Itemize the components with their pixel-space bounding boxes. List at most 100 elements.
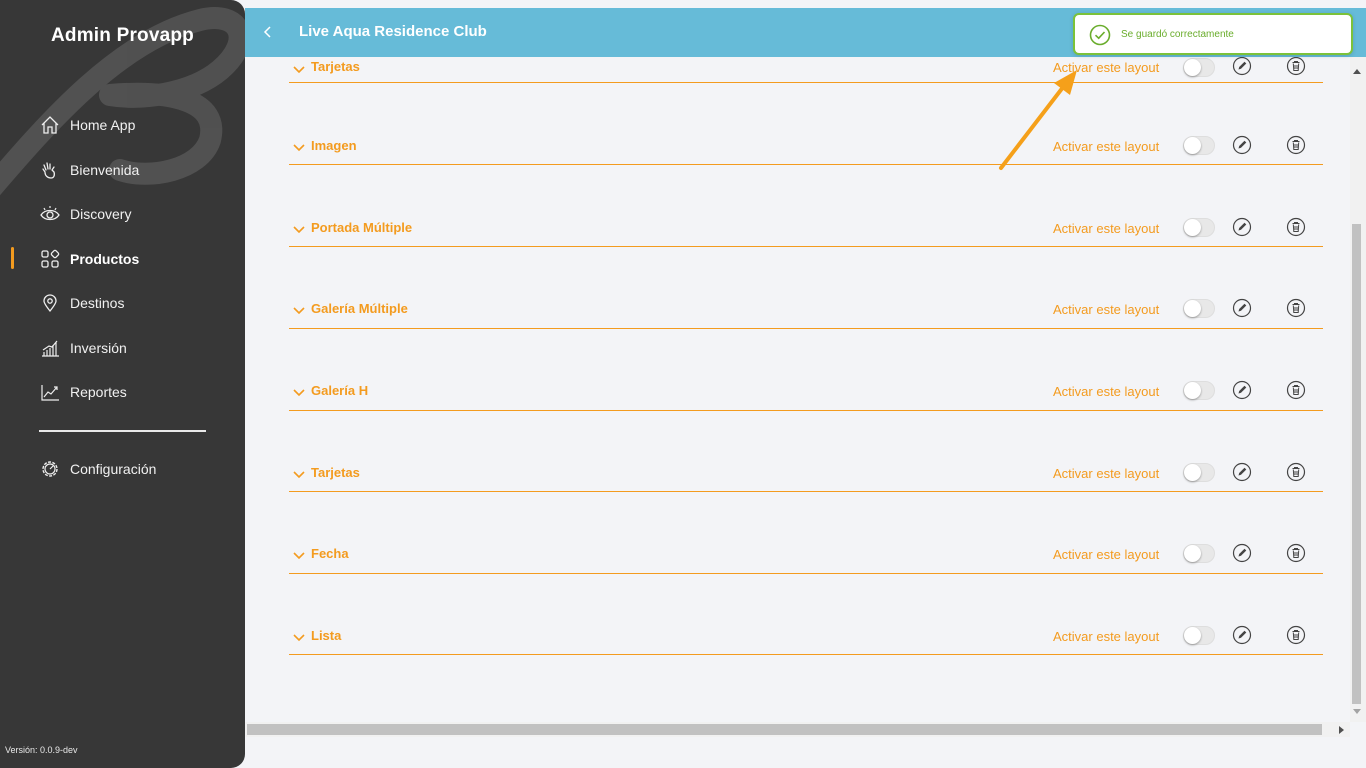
sidebar-item-label: Productos [70,250,140,267]
layout-row: Lista Activar este layout [289,573,1323,655]
activate-layout-toggle[interactable] [1183,626,1215,645]
layout-row: Galería H Activar este layout [289,329,1323,411]
trash-icon[interactable] [1286,57,1306,76]
activate-layout-toggle[interactable] [1183,463,1215,482]
brand-title: Admin Provapp [50,25,194,46]
activate-layout-label: Activar este layout [1053,139,1160,154]
edit-icon[interactable] [1232,380,1252,400]
sidebar-item-configuracion[interactable]: Configuración [0,447,245,492]
layout-name: Galería H [311,383,369,398]
sidebar-item-productos[interactable]: Productos [0,237,245,282]
layout-name: Fecha [311,546,349,561]
activate-layout-label: Activar este layout [1053,547,1160,562]
layout-row: Tarjetas Activar este layout [289,410,1323,492]
chevron-down-icon[interactable] [292,64,306,74]
activate-layout-label: Activar este layout [1053,221,1160,236]
layout-name: Tarjetas [311,59,360,74]
edit-icon[interactable] [1232,57,1252,76]
sidebar: Admin Provapp Home App Bienvenida Discov… [0,0,245,768]
activate-layout-label: Activar este layout [1053,60,1160,75]
vertical-scrollbar[interactable] [1350,57,1366,722]
horizontal-scrollbar[interactable] [245,722,1350,737]
layout-row: Galería Múltiple Activar este layout [289,247,1323,329]
sidebar-item-label: Destinos [70,295,125,312]
sidebar-divider [39,430,206,432]
edit-icon[interactable] [1232,217,1252,237]
toast-message: Se guardó correctamente [1121,29,1234,40]
trash-icon[interactable] [1286,462,1306,482]
sidebar-config-section: Configuración [0,447,245,492]
layout-row: Imagen Activar este layout [289,83,1323,165]
layouts-list: Tarjetas Activar este layout Imagen Acti… [245,57,1350,722]
edit-icon[interactable] [1232,298,1252,318]
sidebar-nav: Home App Bienvenida Discovery Productos … [0,103,245,415]
check-circle-icon [1089,24,1111,46]
sidebar-item-label: Bienvenida [70,161,140,178]
sidebar-item-reportes[interactable]: Reportes [0,370,245,415]
edit-icon[interactable] [1232,625,1252,645]
sidebar-item-label: Configuración [70,461,157,478]
map-pin-icon [39,293,60,314]
activate-layout-label: Activar este layout [1053,466,1160,481]
layout-name: Portada Múltiple [311,220,413,235]
sidebar-item-label: Discovery [70,206,132,223]
activate-layout-toggle[interactable] [1183,381,1215,400]
sidebar-item-label: Inversión [70,339,127,356]
layout-name: Galería Múltiple [311,301,408,316]
chevron-left-icon [263,26,271,38]
edit-icon[interactable] [1232,543,1252,563]
page-title: Live Aqua Residence Club [299,23,487,40]
line-chart-icon [39,382,60,403]
sidebar-item-home-app[interactable]: Home App [0,103,245,148]
back-button[interactable] [257,21,279,43]
sidebar-item-label: Reportes [70,384,127,401]
scroll-up-icon[interactable] [1353,69,1361,74]
activate-layout-toggle[interactable] [1183,218,1215,237]
chevron-down-icon[interactable] [292,224,306,234]
scrollbar-thumb[interactable] [1352,224,1361,704]
chevron-down-icon[interactable] [292,305,306,315]
waving-hand-icon [39,159,60,180]
activate-layout-toggle[interactable] [1183,299,1215,318]
layout-name: Imagen [311,138,357,153]
activate-layout-toggle[interactable] [1183,58,1215,77]
sidebar-item-destinos[interactable]: Destinos [0,281,245,326]
trash-icon[interactable] [1286,625,1306,645]
home-icon [39,115,60,136]
activate-layout-toggle[interactable] [1183,136,1215,155]
chevron-down-icon[interactable] [292,632,306,642]
sidebar-item-bienvenida[interactable]: Bienvenida [0,148,245,193]
chevron-down-icon[interactable] [292,550,306,560]
trash-icon[interactable] [1286,298,1306,318]
trash-icon[interactable] [1286,380,1306,400]
activate-layout-label: Activar este layout [1053,629,1160,644]
trash-icon[interactable] [1286,135,1306,155]
activate-layout-toggle[interactable] [1183,544,1215,563]
grid-icon [39,248,60,269]
activate-layout-label: Activar este layout [1053,302,1160,317]
scrollbar-thumb[interactable] [247,724,1322,735]
layout-name: Lista [311,628,342,643]
chevron-down-icon[interactable] [292,387,306,397]
layout-row: Tarjetas Activar este layout [289,57,1323,83]
bar-chart-icon [39,337,60,358]
version-label: Versión: 0.0.9-dev [5,745,78,755]
activate-layout-label: Activar este layout [1053,384,1160,399]
scroll-right-icon[interactable] [1339,726,1344,734]
success-toast: Se guardó correctamente [1073,13,1353,55]
trash-icon[interactable] [1286,543,1306,563]
scroll-down-icon[interactable] [1353,709,1361,714]
gear-icon [39,459,60,480]
eye-icon [39,204,60,225]
chevron-down-icon[interactable] [292,469,306,479]
sidebar-item-label: Home App [70,117,136,134]
sidebar-item-inversion[interactable]: Inversión [0,326,245,371]
edit-icon[interactable] [1232,135,1252,155]
layout-row: Portada Múltiple Activar este layout [289,165,1323,247]
sidebar-item-discovery[interactable]: Discovery [0,192,245,237]
trash-icon[interactable] [1286,217,1306,237]
chevron-down-icon[interactable] [292,142,306,152]
layout-name: Tarjetas [311,465,360,480]
edit-icon[interactable] [1232,462,1252,482]
layout-row: Fecha Activar este layout [289,492,1323,574]
